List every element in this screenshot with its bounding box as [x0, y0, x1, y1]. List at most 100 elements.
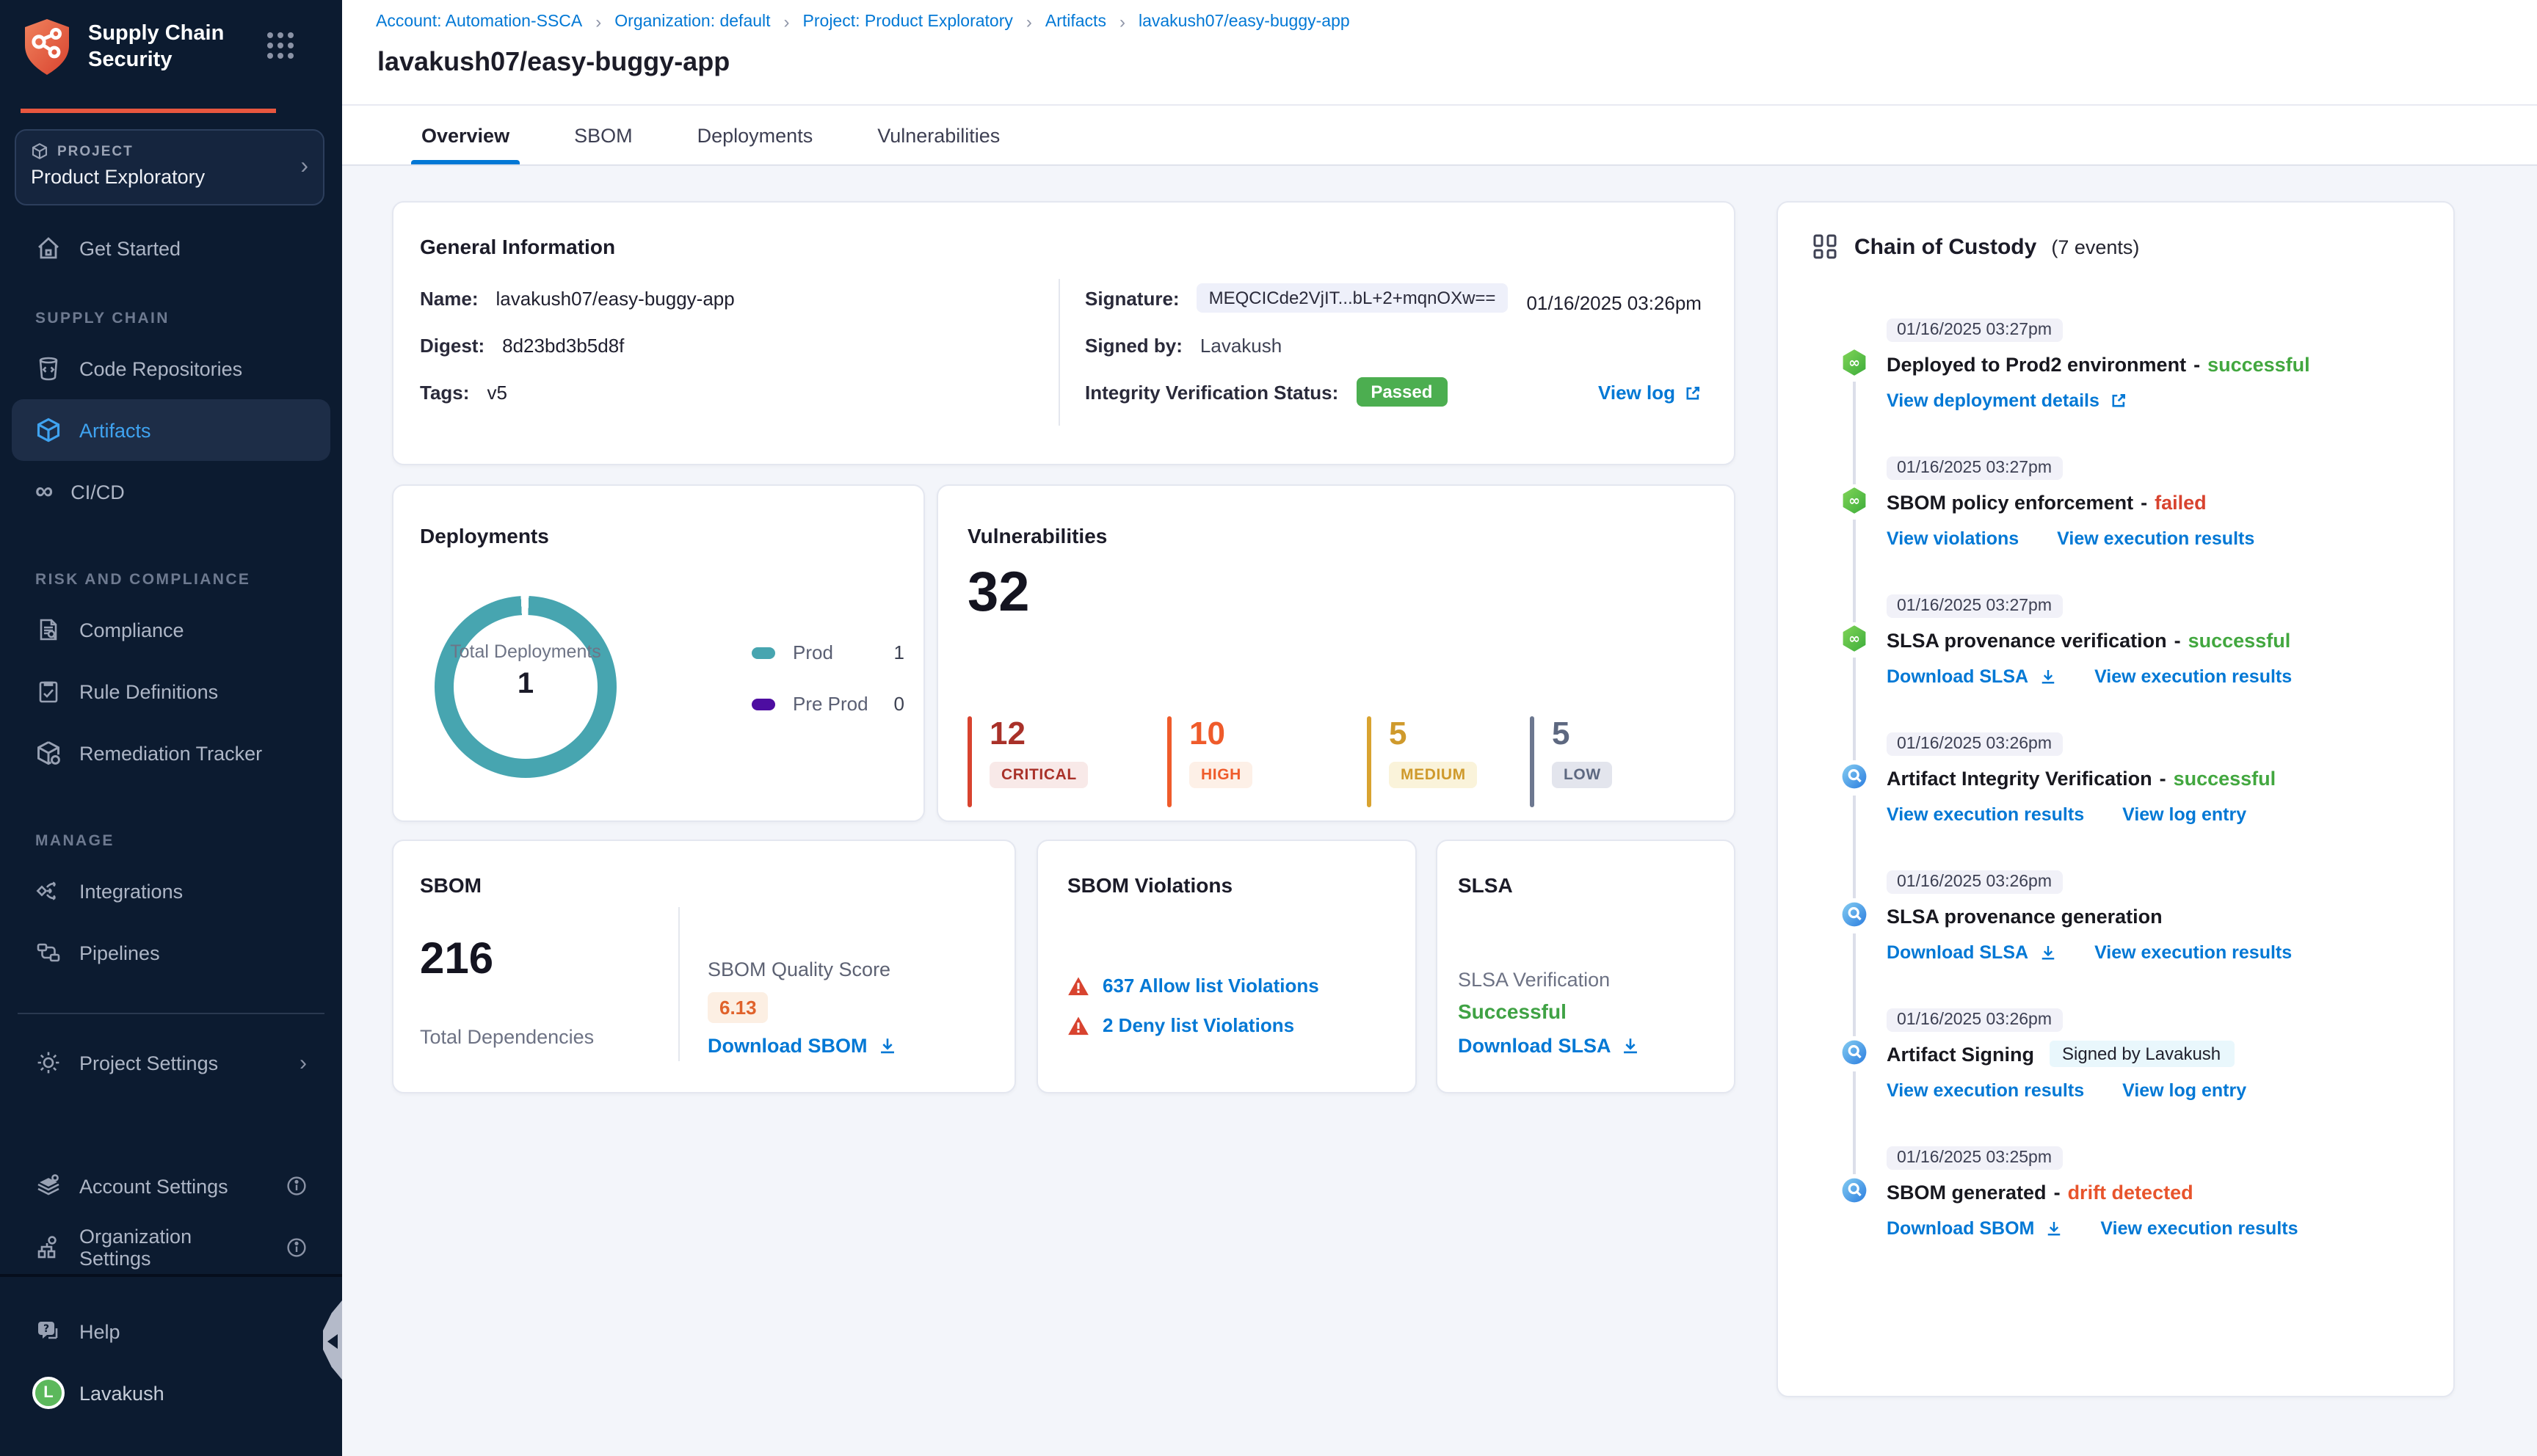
download-sbom-link[interactable]: Download SBOM — [708, 1035, 897, 1057]
breadcrumb-account[interactable]: Account: Automation-SSCA — [376, 13, 582, 31]
section-manage: MANAGE — [35, 832, 115, 850]
user-menu[interactable]: L Lavakush — [0, 1362, 342, 1424]
coc-event-artifact-signing: 01/16/2025 03:26pm Artifact Signing Sign… — [1810, 1005, 2439, 1174]
coc-event-slsa-verification: ∞ 01/16/2025 03:27pm SLSA provenance ver… — [1810, 592, 2439, 760]
breadcrumb-artifacts[interactable]: Artifacts — [1045, 13, 1106, 31]
sidebar-item-rule-definitions[interactable]: Rule Definitions — [12, 660, 330, 722]
tags-label: Tags: — [420, 382, 470, 404]
allow-list-violations-link[interactable]: 637 Allow list Violations — [1103, 975, 1319, 997]
event-timestamp: 01/16/2025 03:26pm — [1887, 870, 2063, 894]
svg-text:∞: ∞ — [1848, 492, 1860, 509]
project-selector[interactable]: PROJECT Product Exploratory › — [15, 129, 324, 205]
scs-blue-icon — [1841, 763, 1868, 790]
shield-logo-icon — [21, 18, 73, 76]
hierarchy-icon — [1810, 232, 1840, 261]
repository-icon — [35, 355, 62, 382]
help-button[interactable]: ? Help — [0, 1300, 342, 1362]
avatar: L — [32, 1377, 65, 1409]
svg-text:?: ? — [43, 1323, 49, 1335]
event-timestamp: 01/16/2025 03:26pm — [1887, 1008, 2063, 1032]
view-deployment-details-link[interactable]: View deployment details — [1887, 390, 2127, 411]
sidebar-item-account-settings[interactable]: Account Settings — [12, 1155, 330, 1217]
vulnerabilities-total: 32 — [968, 562, 1030, 624]
signature-value[interactable]: MEQCICde2VjIT...bL+2+mqnOXw== — [1197, 283, 1508, 313]
help-chat-icon: ? — [35, 1318, 62, 1344]
tab-overview[interactable]: Overview — [410, 106, 520, 164]
breadcrumb-organization[interactable]: Organization: default — [614, 13, 770, 31]
sidebar-nav: Get Started SUPPLY CHAIN Code Repositori… — [0, 217, 342, 1278]
external-link-icon — [1684, 384, 1702, 401]
breadcrumb-current[interactable]: lavakush07/easy-buggy-app — [1139, 13, 1350, 31]
view-log-entry-link[interactable]: View log entry — [2122, 1080, 2246, 1101]
external-link-icon — [2110, 392, 2127, 410]
card-title: General Information — [420, 235, 616, 258]
clipboard-check-icon — [35, 678, 62, 705]
view-execution-results-link[interactable]: View execution results — [2057, 528, 2254, 549]
document-search-icon — [35, 616, 62, 643]
integrity-status-label: Integrity Verification Status: — [1085, 381, 1339, 403]
sidebar-item-code-repositories[interactable]: Code Repositories — [12, 338, 330, 399]
event-status: drift detected — [2067, 1181, 2193, 1203]
sidebar-item-pipelines[interactable]: Pipelines — [12, 922, 330, 983]
sidebar-item-project-settings[interactable]: Project Settings › — [12, 1032, 330, 1093]
gear-icon — [35, 1049, 62, 1076]
page-title: lavakush07/easy-buggy-app — [377, 47, 730, 76]
event-timestamp: 01/16/2025 03:27pm — [1887, 594, 2063, 618]
deny-list-violations-link[interactable]: 2 Deny list Violations — [1103, 1014, 1294, 1036]
tab-deployments[interactable]: Deployments — [697, 106, 813, 164]
tab-vulnerabilities[interactable]: Vulnerabilities — [877, 106, 1000, 164]
view-log-link[interactable]: View log — [1598, 382, 1702, 404]
tab-bar: Overview SBOM Deployments Vulnerabilitie… — [410, 106, 1000, 164]
layers-gear-icon — [35, 1173, 62, 1199]
sbom-violations-card: SBOM Violations 637 Allow list Violation… — [1037, 840, 1417, 1093]
download-sbom-link[interactable]: Download SBOM — [1887, 1218, 2062, 1239]
project-cube-icon — [31, 142, 48, 160]
svg-text:∞: ∞ — [1848, 354, 1860, 371]
info-circle-icon — [286, 1176, 307, 1196]
sidebar-item-organization-settings[interactable]: Organization Settings — [12, 1217, 330, 1278]
status-badge: Passed — [1356, 377, 1448, 407]
sidebar-item-remediation-tracker[interactable]: Remediation Tracker — [12, 722, 330, 784]
event-timestamp: 01/16/2025 03:27pm — [1887, 318, 2063, 342]
svg-text:∞: ∞ — [1848, 630, 1860, 647]
legend-item-pre-prod: Pre Prod 0 — [752, 693, 904, 715]
box-icon — [35, 740, 62, 766]
app-title: Supply Chain Security — [88, 21, 225, 72]
app-grid-icon[interactable] — [267, 32, 294, 59]
download-slsa-link[interactable]: Download SLSA — [1458, 1035, 1641, 1057]
download-slsa-link[interactable]: Download SLSA — [1887, 666, 2056, 687]
donut-center-label: Total Deployments — [450, 641, 601, 662]
sidebar-item-artifacts[interactable]: Artifacts — [12, 399, 330, 461]
artifact-name: lavakush07/easy-buggy-app — [496, 288, 735, 310]
download-icon — [2039, 944, 2056, 961]
sidebar-item-cicd[interactable]: ∞ CI/CD — [12, 461, 330, 523]
app-logo[interactable]: Supply Chain Security — [21, 18, 250, 76]
sidebar-item-get-started[interactable]: Get Started — [12, 217, 330, 279]
view-execution-results-link[interactable]: View execution results — [1887, 804, 2084, 825]
main-area: Account: Automation-SSCA › Organization: … — [342, 0, 2537, 1456]
cube-icon — [35, 417, 62, 443]
tab-sbom[interactable]: SBOM — [574, 106, 633, 164]
chain-of-custody-timeline: ∞ 01/16/2025 03:27pm Deployed to Prod2 e… — [1810, 316, 2439, 1281]
project-label: PROJECT — [57, 143, 134, 159]
event-timestamp: 01/16/2025 03:27pm — [1887, 456, 2063, 480]
event-status: successful — [2173, 767, 2276, 789]
events-count: (7 events) — [2051, 236, 2140, 258]
sidebar-item-integrations[interactable]: Integrations — [12, 860, 330, 922]
slsa-card: SLSA SLSA Verification Successful Downlo… — [1436, 840, 1735, 1093]
breadcrumb-project[interactable]: Project: Product Exploratory — [803, 13, 1013, 31]
vulnerabilities-card: Vulnerabilities 32 12 CRITICAL 10 HIGH 5… — [937, 484, 1735, 822]
view-execution-results-link[interactable]: View execution results — [2094, 666, 2292, 687]
view-violations-link[interactable]: View violations — [1887, 528, 2019, 549]
event-title: Artifact Signing — [1887, 1043, 2034, 1065]
view-execution-results-link[interactable]: View execution results — [2100, 1218, 2298, 1239]
scs-blue-icon — [1841, 1177, 1868, 1204]
view-log-entry-link[interactable]: View log entry — [2122, 804, 2246, 825]
download-slsa-link[interactable]: Download SLSA — [1887, 942, 2056, 963]
view-execution-results-link[interactable]: View execution results — [2094, 942, 2292, 963]
view-execution-results-link[interactable]: View execution results — [1887, 1080, 2084, 1101]
section-risk-compliance: RISK AND COMPLIANCE — [35, 571, 251, 589]
sidebar-item-compliance[interactable]: Compliance — [12, 599, 330, 660]
sidebar: Supply Chain Security PROJECT Product Ex… — [0, 0, 342, 1456]
section-supply-chain: SUPPLY CHAIN — [35, 310, 170, 327]
